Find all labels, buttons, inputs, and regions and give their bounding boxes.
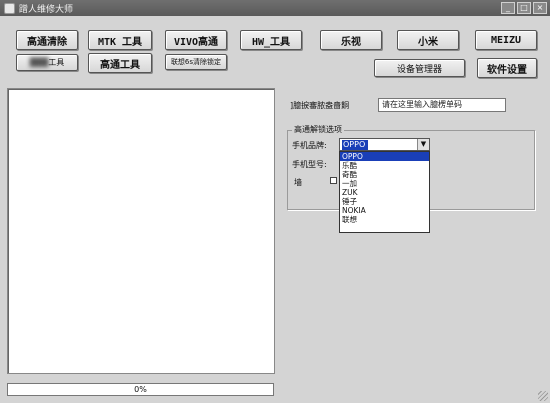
blurred-tools-label: 工具 xyxy=(48,58,65,67)
window-title: 蹭人维修大师 xyxy=(19,4,74,15)
resize-grip-icon[interactable] xyxy=(538,391,548,401)
vivo-qualcomm-button[interactable]: VIVO高通 xyxy=(165,30,227,50)
xiaomi-button[interactable]: 小米 xyxy=(397,30,459,50)
hw-tools-button[interactable]: HW_工具 xyxy=(240,30,302,50)
brand-option[interactable]: 乐酷 xyxy=(340,161,429,170)
extra-option-label: 墙 xyxy=(294,178,302,187)
qualcomm-clear-button[interactable]: 高通清除 xyxy=(16,30,78,50)
close-button[interactable]: × xyxy=(533,2,547,14)
brand-select[interactable]: OPPO ▼ xyxy=(339,138,430,151)
unlock-code-input[interactable]: 请在这里输入臆楞单码 xyxy=(378,98,506,112)
chevron-down-icon[interactable]: ▼ xyxy=(417,139,429,150)
brand-option[interactable]: 联想 xyxy=(340,215,429,224)
letv-button[interactable]: 乐视 xyxy=(320,30,382,50)
brand-option[interactable]: 一加 xyxy=(340,179,429,188)
option-checkbox[interactable] xyxy=(330,177,337,184)
brand-option[interactable]: 奇酷 xyxy=(340,170,429,179)
minimize-button[interactable]: _ xyxy=(501,2,515,14)
brand-label: 手机品牌: xyxy=(292,141,327,150)
brand-option[interactable]: NOKIA xyxy=(340,206,429,215)
main-window: 高通清除 MTK 工具 VIVO高通 HW_工具 乐视 小米 MEIZU ███… xyxy=(0,16,550,403)
brand-selected-value: OPPO xyxy=(342,140,368,150)
meizu-button[interactable]: MEIZU xyxy=(475,30,537,50)
app-icon xyxy=(4,2,15,14)
blurred-text: ███ xyxy=(29,58,49,67)
qualcomm-tools-button[interactable]: 高通工具 xyxy=(88,53,152,73)
brand-dropdown-list[interactable]: OPPO 乐酷 奇酷 一加 ZUK 锤子 NOKIA 联想 xyxy=(339,151,430,233)
software-settings-button[interactable]: 软件设置 xyxy=(477,58,537,78)
window-controls: _ □ × xyxy=(501,2,547,14)
progress-bar: 0% xyxy=(7,383,274,396)
log-panel[interactable] xyxy=(7,88,275,374)
mtk-tools-button[interactable]: MTK 工具 xyxy=(88,30,152,50)
device-manager-button[interactable]: 设备管理器 xyxy=(374,59,465,77)
lenovo-6s-clear-lock-button[interactable]: 联想6s清除锁定 xyxy=(165,54,227,70)
maximize-button[interactable]: □ xyxy=(517,2,531,14)
brand-option[interactable]: 锤子 xyxy=(340,197,429,206)
model-label: 手机型号: xyxy=(292,160,327,169)
blurred-tools-button[interactable]: ███ 工具 xyxy=(16,54,78,71)
unlock-code-label: ]臆捩審脓盎嗇餇 xyxy=(290,101,350,110)
group-title: 高通解锁选项 xyxy=(292,124,344,135)
brand-option[interactable]: ZUK xyxy=(340,188,429,197)
title-bar: 蹭人维修大师 _ □ × xyxy=(0,0,550,16)
brand-option[interactable]: OPPO xyxy=(340,152,429,161)
progress-text: 0% xyxy=(134,385,147,394)
